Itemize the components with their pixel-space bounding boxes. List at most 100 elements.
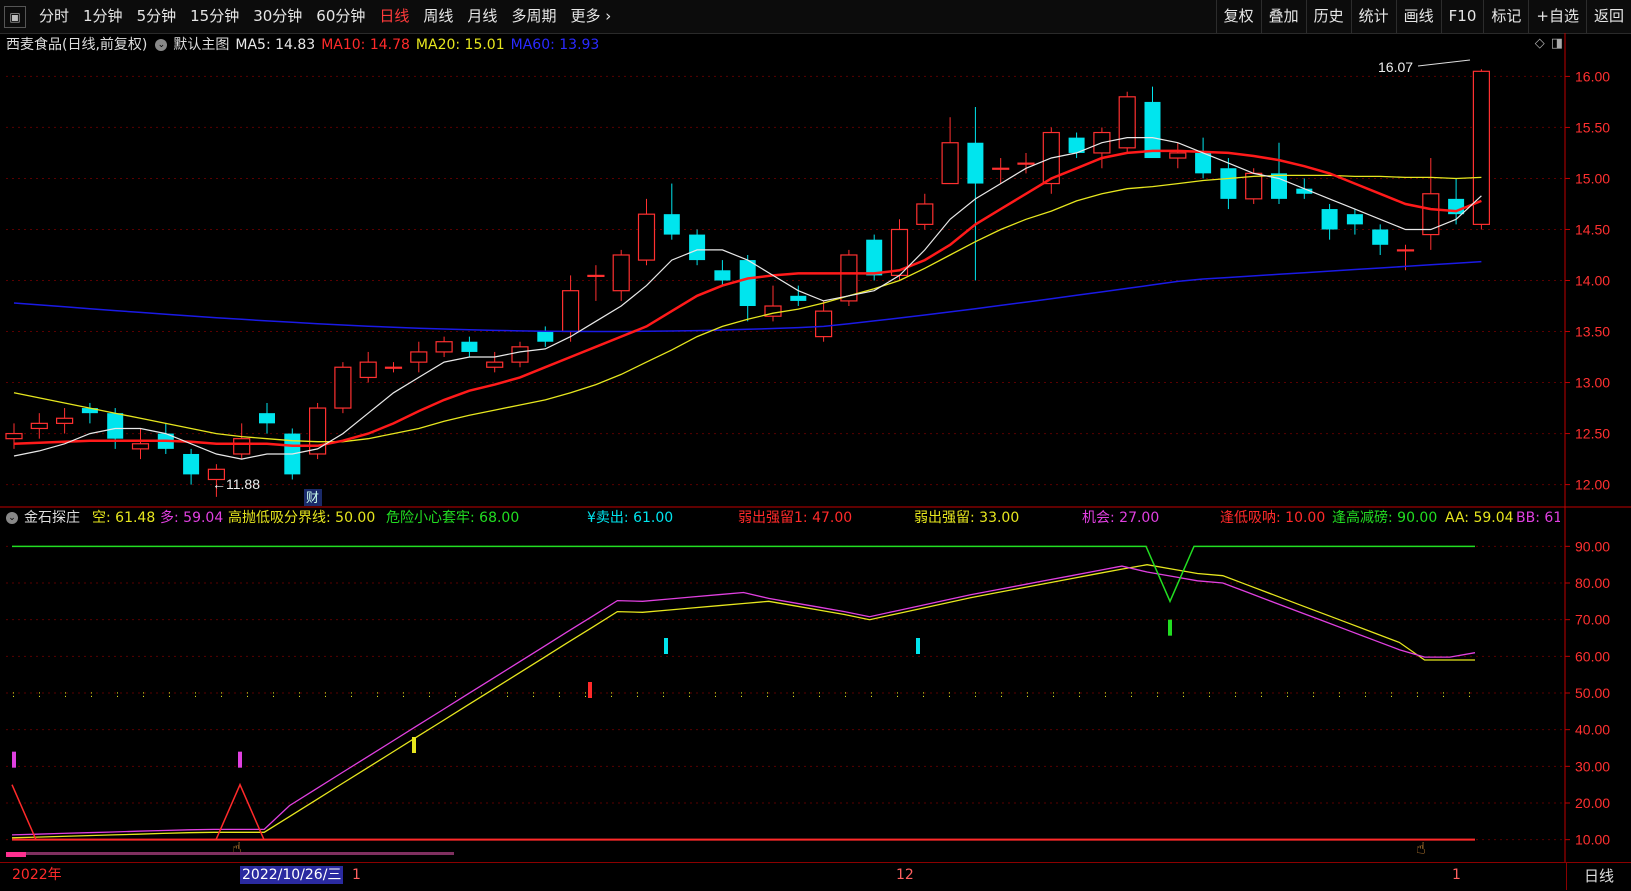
month-label-12: 12 — [896, 867, 914, 883]
midline-dot: : — [116, 690, 119, 700]
candle-body-down — [183, 453, 200, 475]
candle-body-up — [55, 417, 74, 424]
price-axis-label: 12.00 — [1575, 477, 1610, 493]
midline-dot: : — [844, 690, 847, 700]
progress-strip-head — [6, 852, 26, 857]
midline-dot: : — [1052, 690, 1055, 700]
indicator-aa-line — [11, 564, 1475, 839]
maichu-value: ¥卖出: 61.00 — [587, 510, 674, 526]
price-axis-label: 12.50 — [1575, 426, 1610, 442]
fenggao-value: 逢高减磅: 90.00 — [1332, 510, 1438, 526]
ruochu-value: 弱出强留: 33.00 — [914, 510, 1020, 526]
midline-dot: : — [974, 690, 977, 700]
price-axis-label: 15.00 — [1575, 170, 1610, 186]
midline-dot: : — [1104, 690, 1107, 700]
midline-dot: : — [1182, 690, 1185, 700]
midline-dot: : — [584, 690, 587, 700]
signal-marker — [664, 638, 668, 654]
midline-dot: : — [1130, 690, 1133, 700]
candle-body-down — [1346, 214, 1363, 225]
candle-body-up — [1118, 96, 1136, 149]
midline-dot: : — [194, 690, 197, 700]
midline-dot: : — [792, 690, 795, 700]
midline-dot: : — [324, 690, 327, 700]
candle-body-up — [5, 432, 23, 440]
candle-body-down — [1372, 229, 1389, 245]
indicator-axis-label: 80.00 — [1575, 575, 1610, 591]
ruochu1-value: 弱出强留1: 47.00 — [738, 510, 853, 526]
candle-body-up — [359, 361, 377, 379]
signal-marker — [588, 682, 592, 698]
candle-body-down — [663, 214, 680, 235]
price-axis-label: 13.50 — [1575, 324, 1610, 340]
indicator-axis-label: 40.00 — [1575, 722, 1610, 738]
price-axis-label: 15.50 — [1575, 119, 1610, 135]
midline-dot: : — [1364, 690, 1367, 700]
candle-body-up — [587, 274, 605, 277]
candle-body-down — [689, 234, 706, 261]
jihui-value: 机会: 27.00 — [1082, 510, 1160, 526]
midline-dot: : — [1390, 690, 1393, 700]
midline-dot: : — [1442, 690, 1445, 700]
midline-dot: : — [818, 690, 821, 700]
candle-body-up — [814, 310, 833, 338]
year-label: 2022年 — [12, 867, 62, 883]
indicator-settings-icon[interactable]: ⌄ — [6, 512, 18, 524]
candle-body-up — [511, 346, 529, 363]
midline-dot: : — [1338, 690, 1341, 700]
midline-dot: : — [142, 690, 145, 700]
candle-body-down — [461, 341, 478, 352]
midline-dot: : — [64, 690, 67, 700]
candle-body-down — [259, 413, 275, 424]
candle-body-up — [637, 213, 656, 261]
midline-dot: : — [1312, 690, 1315, 700]
midline-dot: : — [1156, 690, 1159, 700]
high-price-label: 16.07 — [1378, 59, 1413, 75]
candle-body-up — [941, 142, 959, 185]
midline-dot: : — [298, 690, 301, 700]
midline-dot: : — [1208, 690, 1211, 700]
high-price-pointer — [1417, 59, 1471, 67]
signal-marker — [916, 638, 920, 654]
price-axis-label: 13.00 — [1575, 375, 1610, 391]
duo-value: 多: 59.04 — [160, 510, 224, 526]
candle-body-down — [1195, 152, 1212, 174]
progress-strip — [6, 852, 454, 855]
midline-dot: : — [376, 690, 379, 700]
midline-dot: : — [896, 690, 899, 700]
period-tab-daily[interactable]: 日线 — [1566, 862, 1631, 890]
midline-dot: : — [1078, 690, 1081, 700]
midline-dot: : — [272, 690, 275, 700]
price-axis-label: 14.00 — [1575, 273, 1610, 289]
candle-body-up — [435, 341, 453, 353]
midline-dot: : — [1468, 690, 1471, 700]
midline-dot: : — [948, 690, 951, 700]
midline-dot: : — [506, 690, 509, 700]
candle-body-down — [866, 239, 883, 276]
midline-dot: : — [766, 690, 769, 700]
midline-dot: : — [870, 690, 873, 700]
indicator-axis-label: 90.00 — [1575, 538, 1610, 554]
indicator-info: ⌄ 金石探庄 空: 61.48 多: 59.04 高抛低吸分界线: 50.00 … — [0, 508, 1560, 528]
indicator-axis-label: 30.00 — [1575, 758, 1610, 774]
signal-marker — [1168, 619, 1172, 636]
indicator-name[interactable]: 金石探庄 — [24, 508, 80, 528]
midline-dot: : — [38, 690, 41, 700]
candle-body-down — [967, 142, 984, 184]
midline-dot: : — [636, 690, 639, 700]
candle-body-up — [612, 254, 630, 292]
midline-dot: : — [1234, 690, 1237, 700]
indicator-axis-label: 70.00 — [1575, 612, 1610, 628]
midline-dot: : — [532, 690, 535, 700]
candle-body-up — [384, 366, 403, 369]
candle-body-up — [1169, 152, 1187, 159]
indicator-axis-label: 60.00 — [1575, 648, 1610, 664]
price-axis-label: 14.50 — [1575, 221, 1610, 237]
candle-body-down — [739, 260, 756, 307]
midline-dot: : — [480, 690, 483, 700]
chart-canvas[interactable]: 16.00 15.50 15.00 14.50 14.00 13.50 13.00 12.50… — [0, 0, 1631, 890]
signal-marker — [412, 737, 416, 753]
cursor-date: 2022/10/26/三 — [240, 866, 344, 884]
aa-value: AA: 59.04 — [1445, 510, 1514, 526]
midline-dot: : — [168, 690, 171, 700]
